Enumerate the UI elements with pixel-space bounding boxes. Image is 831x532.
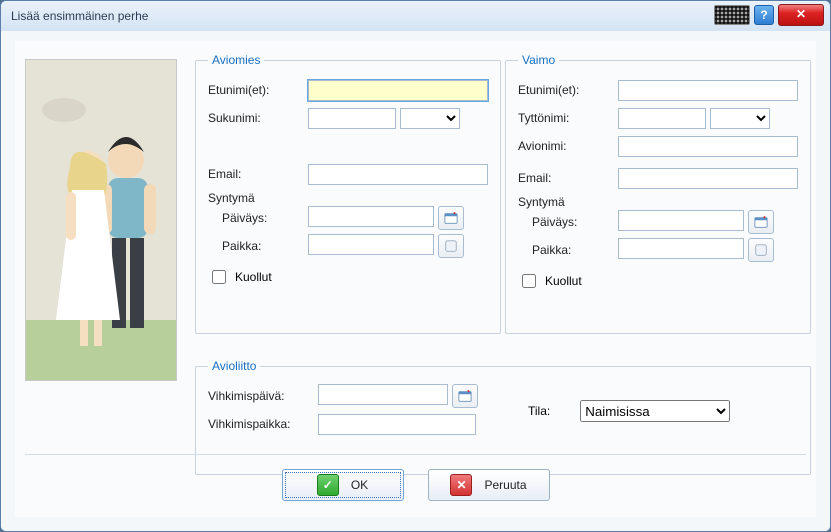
couple-illustration xyxy=(25,59,177,381)
wife-maiden-suffix-select[interactable] xyxy=(710,108,770,129)
cancel-button-label: Peruuta xyxy=(484,478,526,492)
wife-birthdate-input[interactable] xyxy=(618,210,744,231)
husband-firstname-label: Etunimi(et): xyxy=(208,83,308,97)
husband-dead-label: Kuollut xyxy=(235,270,272,284)
wife-birthplace-input[interactable] xyxy=(618,238,744,259)
husband-firstname-input[interactable] xyxy=(308,80,488,101)
wife-marriedname-label: Avionimi: xyxy=(518,139,618,153)
titlebar: Lisää ensimmäinen perhe ? ✕ xyxy=(1,1,830,32)
wife-email-label: Email: xyxy=(518,171,618,185)
keyboard-icon[interactable] xyxy=(714,5,750,25)
wife-birthdate-label: Päiväys: xyxy=(518,215,618,229)
husband-surname-suffix-select[interactable] xyxy=(400,108,460,129)
content-area: Aviomies Etunimi(et): Sukunimi: Email: xyxy=(1,31,830,531)
cancel-button[interactable]: ✕ Peruuta xyxy=(428,469,550,501)
help-icon[interactable]: ? xyxy=(754,5,774,25)
wife-dead-checkbox-wrap[interactable]: Kuollut xyxy=(518,271,582,291)
wife-group: Vaimo Etunimi(et): Tyttönimi: Avionimi: xyxy=(505,53,811,334)
husband-birthplace-label: Paikka: xyxy=(208,239,308,253)
husband-birthdate-input[interactable] xyxy=(308,206,434,227)
marriage-status-select[interactable]: Naimisissa xyxy=(580,400,730,422)
husband-email-input[interactable] xyxy=(308,164,488,185)
wife-birthdate-picker-button[interactable] xyxy=(748,210,774,234)
husband-surname-label: Sukunimi: xyxy=(208,111,308,125)
wife-dead-label: Kuollut xyxy=(545,274,582,288)
wife-birth-label: Syntymä xyxy=(518,195,798,209)
husband-legend: Aviomies xyxy=(208,53,264,67)
wife-maiden-input[interactable] xyxy=(618,108,706,129)
husband-birth-label: Syntymä xyxy=(208,191,488,205)
husband-dead-checkbox-wrap[interactable]: Kuollut xyxy=(208,267,272,287)
close-icon: ✕ xyxy=(450,474,472,496)
dialog-window: Lisää ensimmäinen perhe ? ✕ xyxy=(0,0,831,532)
check-icon: ✓ xyxy=(317,474,339,496)
wife-dead-checkbox[interactable] xyxy=(522,274,536,288)
wife-birthplace-picker-button[interactable] xyxy=(748,238,774,262)
separator xyxy=(25,454,806,455)
marriage-date-label: Vihkimispäivä: xyxy=(208,389,318,403)
window-title: Lisää ensimmäinen perhe xyxy=(11,9,148,23)
husband-group: Aviomies Etunimi(et): Sukunimi: Email: xyxy=(195,53,501,334)
wife-legend: Vaimo xyxy=(518,53,559,67)
wife-firstname-label: Etunimi(et): xyxy=(518,83,618,97)
husband-birthplace-picker-button[interactable] xyxy=(438,234,464,258)
husband-email-label: Email: xyxy=(208,167,308,181)
husband-dead-checkbox[interactable] xyxy=(212,270,226,284)
marriage-place-input[interactable] xyxy=(318,414,476,435)
marriage-place-label: Vihkimispaikka: xyxy=(208,417,318,431)
ok-button[interactable]: ✓ OK xyxy=(282,469,404,501)
husband-birthplace-input[interactable] xyxy=(308,234,434,255)
close-button[interactable]: ✕ xyxy=(778,4,824,26)
marriage-legend: Avioliitto xyxy=(208,359,260,373)
wife-email-input[interactable] xyxy=(618,168,798,189)
marriage-status-label: Tila: xyxy=(528,404,550,418)
husband-birthdate-picker-button[interactable] xyxy=(438,206,464,230)
husband-birthdate-label: Päiväys: xyxy=(208,211,308,225)
marriage-date-input[interactable] xyxy=(318,384,448,405)
wife-maiden-label: Tyttönimi: xyxy=(518,111,618,125)
marriage-group: Avioliitto Vihkimispäivä: xyxy=(195,359,811,475)
marriage-date-picker-button[interactable] xyxy=(452,384,478,408)
wife-birthplace-label: Paikka: xyxy=(518,243,618,257)
ok-button-label: OK xyxy=(351,478,368,492)
wife-firstname-input[interactable] xyxy=(618,80,798,101)
husband-surname-input[interactable] xyxy=(308,108,396,129)
wife-marriedname-input[interactable] xyxy=(618,136,798,157)
